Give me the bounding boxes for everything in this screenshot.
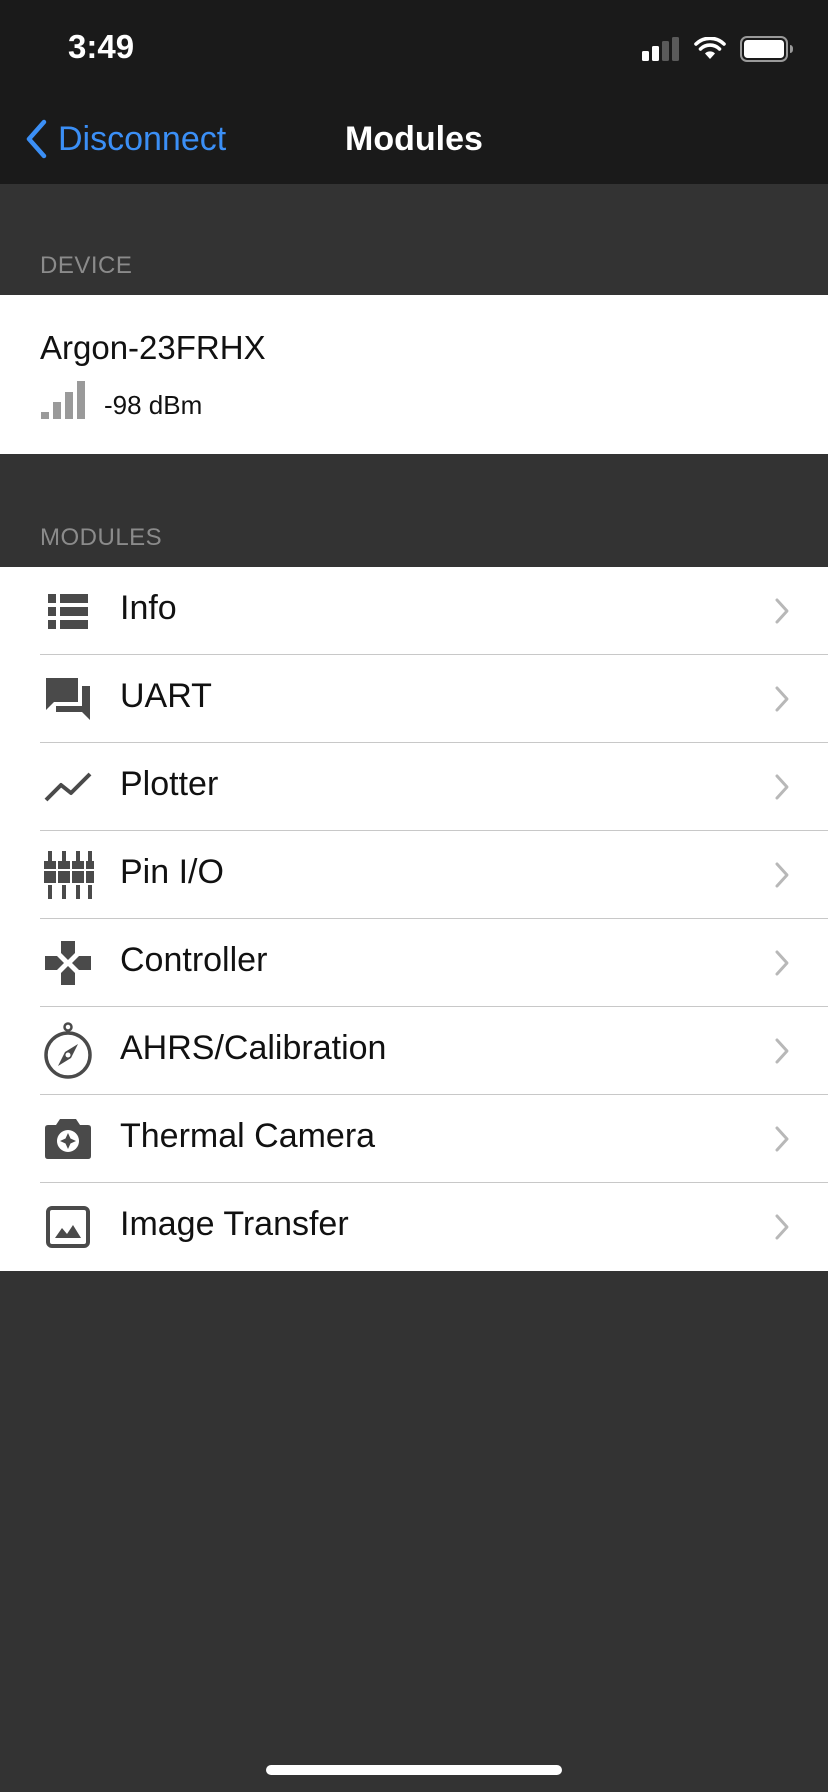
chevron-right-icon [775, 598, 789, 624]
list-icon [40, 587, 96, 635]
status-icons [642, 36, 794, 62]
module-row-uart[interactable]: UART [0, 655, 828, 743]
device-name: Argon-23FRHX [40, 329, 266, 366]
device-cell: Argon-23FRHX -98 dBm [0, 295, 828, 454]
page-title: Modules [345, 120, 483, 158]
chevron-right-icon [775, 1038, 789, 1064]
chevron-right-icon [775, 1126, 789, 1152]
module-label-controller: Controller [120, 941, 268, 979]
module-row-plotter[interactable]: Plotter [0, 743, 828, 831]
modules-section-header: MODULES [40, 524, 163, 551]
module-row-controller[interactable]: Controller [0, 919, 828, 1007]
module-row-pin-io[interactable]: Pin I/O [0, 831, 828, 919]
navigation-bar: Disconnect Modules [0, 92, 828, 184]
chevron-right-icon [775, 686, 789, 712]
gamepad-icon [40, 939, 96, 987]
module-label-plotter: Plotter [120, 765, 219, 803]
module-label-pin-io: Pin I/O [120, 853, 224, 891]
module-label-image-transfer: Image Transfer [120, 1205, 349, 1243]
rssi-value: -98 dBm [104, 390, 203, 420]
line-chart-icon [40, 763, 96, 811]
module-label-thermal-camera: Thermal Camera [120, 1117, 376, 1155]
chevron-right-icon [775, 862, 789, 888]
camera-icon [40, 1115, 96, 1163]
module-label-info: Info [120, 589, 177, 627]
module-label-uart: UART [120, 677, 212, 715]
status-time: 3:49 [68, 28, 135, 65]
status-bar: 3:49 [0, 0, 828, 92]
module-label-ahrs-calibration: AHRS/Calibration [120, 1029, 387, 1067]
chat-icon [40, 675, 96, 723]
rssi-row: -98 dBm [40, 381, 202, 419]
module-row-image-transfer[interactable]: Image Transfer [0, 1183, 828, 1271]
image-icon [40, 1203, 96, 1251]
module-row-thermal-camera[interactable]: Thermal Camera [0, 1095, 828, 1183]
module-row-ahrs-calibration[interactable]: AHRS/Calibration [0, 1007, 828, 1095]
chevron-right-icon [775, 774, 789, 800]
compass-icon [40, 1022, 96, 1079]
home-indicator[interactable] [266, 1765, 562, 1775]
chevron-right-icon [775, 950, 789, 976]
module-row-info[interactable]: Info [0, 567, 828, 655]
wifi-icon [694, 37, 726, 59]
signal-strength-icon [41, 381, 85, 419]
cellular-signal-icon [642, 37, 679, 61]
device-section-header: DEVICE [40, 252, 133, 279]
modules-list: Info UART Plotter Pin I/O Controller AHR… [0, 567, 828, 1271]
pins-icon [40, 851, 96, 899]
battery-icon [740, 36, 793, 62]
chevron-right-icon [775, 1214, 789, 1240]
